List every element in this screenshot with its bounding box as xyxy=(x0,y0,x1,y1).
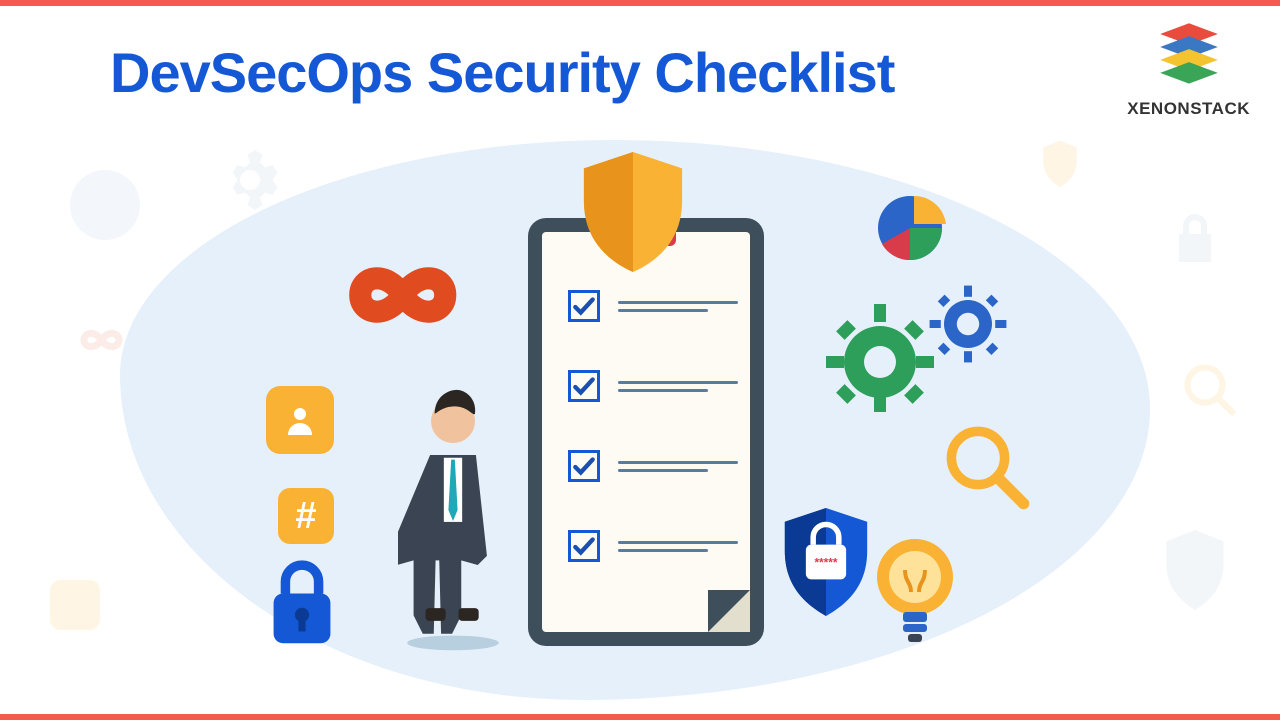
gears-icon xyxy=(820,268,1010,438)
deco-magnifier-icon xyxy=(1180,360,1240,420)
deco-shield-icon xyxy=(1160,530,1230,610)
clipboard-paper xyxy=(542,232,750,632)
deco-gear-icon xyxy=(220,150,280,210)
deco-circle xyxy=(70,170,140,240)
svg-text:*****: ***** xyxy=(814,556,837,570)
checkbox-icon xyxy=(568,290,600,322)
top-accent-bar xyxy=(0,0,1280,6)
checkbox-icon xyxy=(568,530,600,562)
brand-name: XENONSTACK xyxy=(1127,99,1250,119)
checklist-item-2 xyxy=(568,370,738,402)
hash-tile-icon: # xyxy=(278,488,334,544)
checklist-item-4 xyxy=(568,530,738,562)
lightbulb-icon xyxy=(870,532,960,652)
brand-logo: XENONSTACK xyxy=(1127,16,1250,119)
magnifier-icon xyxy=(940,420,1035,515)
user-tile-icon xyxy=(266,386,334,454)
businessman-illustration xyxy=(398,360,508,660)
checklist-item-1 xyxy=(568,290,738,322)
checkbox-icon xyxy=(568,370,600,402)
padlock-icon xyxy=(266,558,338,648)
clipboard xyxy=(528,218,764,646)
shield-icon xyxy=(578,152,688,272)
deco-shield-icon-2 xyxy=(1040,140,1080,188)
deco-lock-icon xyxy=(1170,210,1220,270)
checklist-item-3 xyxy=(568,450,738,482)
logo-stack-icon xyxy=(1153,16,1225,88)
checkbox-icon xyxy=(568,450,600,482)
pie-chart-icon xyxy=(870,188,950,268)
security-shield-icon: ***** xyxy=(780,508,872,616)
deco-user-tile-icon xyxy=(50,580,100,630)
paper-fold xyxy=(708,590,750,632)
infinity-icon xyxy=(322,250,492,340)
bottom-accent-bar xyxy=(0,714,1280,720)
page-title: DevSecOps Security Checklist xyxy=(110,40,894,105)
